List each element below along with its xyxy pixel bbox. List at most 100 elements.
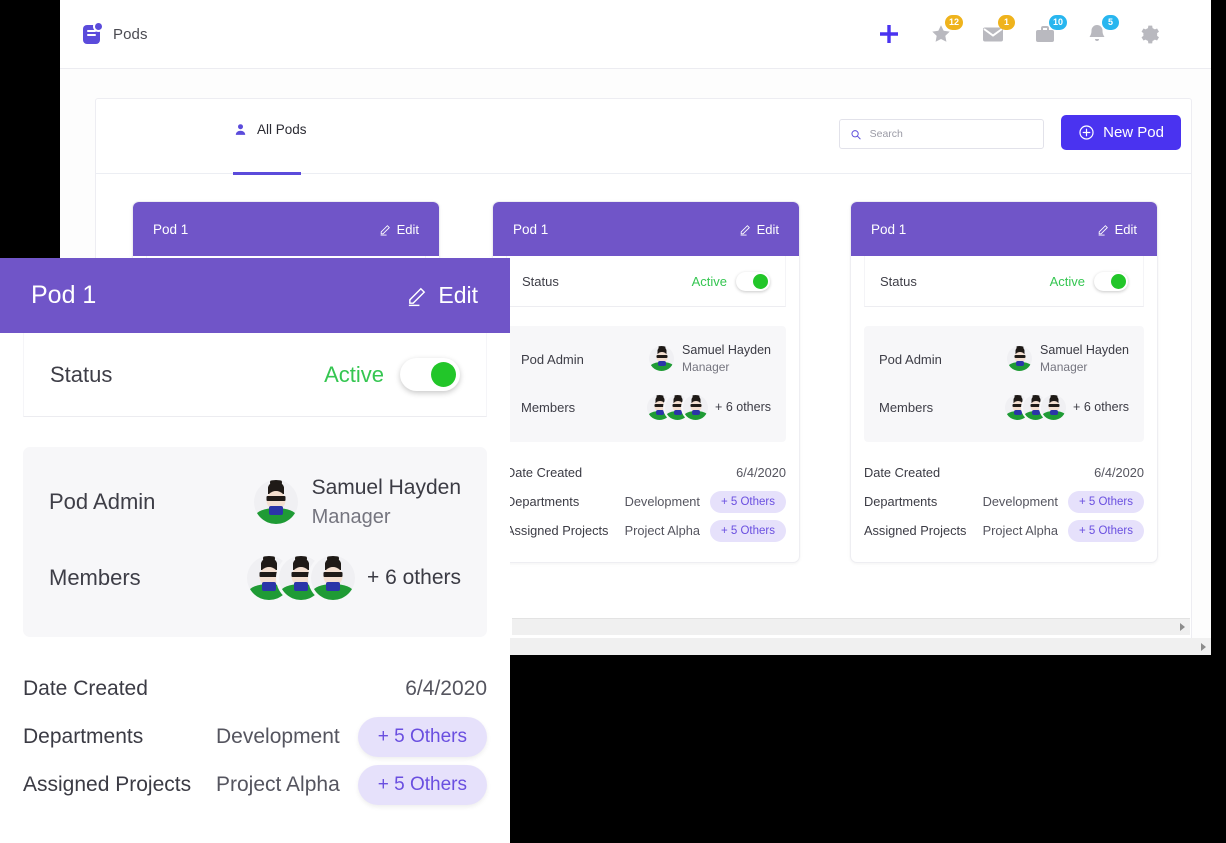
settings-button[interactable] [1135,20,1163,48]
search-box[interactable] [839,119,1044,149]
avatar [1007,346,1033,372]
meta-row: Departments Development + 5 Others [506,487,786,516]
new-pod-button[interactable]: New Pod [1061,115,1181,150]
scroll-right-arrow-icon[interactable] [1201,642,1206,651]
person-icon [235,124,246,135]
magnified-member-avatars [247,556,356,600]
status-row: Status Active [864,256,1144,307]
pod-card-title: Pod 1 [153,221,189,237]
magnified-status-value: Active [324,361,384,387]
letterbox-left [0,0,60,258]
meta-label: Departments [864,494,938,509]
pod-edit-label: Edit [396,221,419,237]
plus-icon [880,25,898,43]
magnified-pod-admin-role: Manager [311,505,391,528]
magnified-pod-admin-label: Pod Admin [49,489,156,514]
messages-button[interactable]: 1 [979,15,1015,48]
status-label: Status [880,273,917,289]
status-label: Status [522,273,559,289]
pod-card[interactable]: Pod 1 Edit Status [492,201,800,563]
members-row: Members + 6 others [879,387,1129,427]
pod-edit-button[interactable]: Edit [1097,222,1137,237]
magnified-pod-card-overlay: Pod 1 Edit Status Active Pod Admin Samue… [0,258,510,843]
magnified-edit-label: Edit [438,282,478,308]
status-control: Active [1050,271,1128,291]
avatar [649,346,675,372]
pods-logo-icon [83,22,102,44]
people-block: Pod Admin Samuel Hayden Manager [506,326,786,442]
pod-card-title: Pod 1 [871,221,907,237]
projects-button[interactable]: 10 [1031,15,1067,48]
members-value: + 6 others [647,394,771,420]
meta-pill[interactable]: + 5 Others [709,490,786,513]
meta-row: Departments Development + 5 Others [864,487,1144,516]
meta-pill[interactable]: + 5 Others [1067,519,1144,542]
status-toggle[interactable] [1094,271,1128,291]
members-row: Members + 6 others [521,387,771,427]
magnified-status-label: Status [50,361,113,387]
pod-admin-name: Samuel Hayden [1040,343,1129,358]
magnified-card-title: Pod 1 [31,281,97,309]
meta-value: Development [624,494,700,509]
magnified-members-row: Members + 6 others [49,545,461,611]
pod-admin-row: Pod Admin Samuel Hayden Manager [521,339,771,379]
inner-horizontal-scrollbar[interactable] [512,618,1190,635]
magnified-meta-pill[interactable]: + 5 Others [357,765,487,805]
meta-row: Assigned Projects Project Alpha + 5 Othe… [506,516,786,545]
meta-row: Date Created 6/4/2020 [506,458,786,487]
panel-toolbar: All Pods Search New Pod [96,99,1191,175]
magnified-status-control: Active [324,358,460,391]
magnified-status-toggle[interactable] [400,358,460,391]
meta-pill[interactable]: + 5 Others [709,519,786,542]
favorites-button[interactable]: 12 [927,15,963,48]
pod-edit-button[interactable]: Edit [379,222,419,237]
app-title: Pods [113,25,148,43]
pod-card[interactable]: Pod 1 Edit Status [850,201,1158,563]
pod-edit-button[interactable]: Edit [739,222,779,237]
meta-row: Date Created 6/4/2020 [864,458,1144,487]
add-button[interactable] [875,20,903,48]
magnified-people-block: Pod Admin Samuel Hayden Manager Members [23,447,487,637]
magnified-meta-row: Date Created 6/4/2020 [23,665,487,713]
plus-circle-icon [1079,125,1094,140]
gear-icon [1141,25,1159,43]
favorites-badge: 12 [944,15,963,30]
meta-value: 6/4/2020 [736,465,786,480]
letterbox-right [1211,0,1226,843]
app-bar: Pods 12 1 10 5 [60,0,1211,69]
pod-admin-name: Samuel Hayden [682,343,771,358]
search-input[interactable] [869,128,1033,140]
meta-value: Development [982,494,1058,509]
meta-label: Date Created [864,465,941,480]
magnified-meta-label: Assigned Projects [23,773,192,796]
magnified-members-more-label: + 6 others [367,566,461,589]
pod-card-header: Pod 1 Edit [493,202,799,256]
meta-row: Assigned Projects Project Alpha + 5 Othe… [864,516,1144,545]
member-avatars [647,394,709,420]
pod-card-header: Pod 1 Edit [851,202,1157,256]
meta-value: 6/4/2020 [1094,465,1144,480]
magnified-card-header: Pod 1 Edit [0,258,510,333]
tab-all-pods[interactable]: All Pods [233,122,307,160]
members-more-label: + 6 others [1073,400,1129,414]
members-more-label: + 6 others [715,400,771,414]
magnified-edit-button[interactable]: Edit [406,282,478,309]
status-toggle[interactable] [736,271,770,291]
magnified-pod-admin-value: Samuel Hayden Manager [253,473,461,530]
pod-card-title: Pod 1 [513,221,549,237]
messages-badge: 1 [998,15,1015,30]
letterbox-bottom [510,655,1226,843]
magnified-meta-row: Departments Development + 5 Others [23,713,487,761]
meta-pill[interactable]: + 5 Others [1067,490,1144,513]
app-bar-actions: 12 1 10 5 [875,15,1163,48]
magnified-members-label: Members [49,565,141,590]
notifications-button[interactable]: 5 [1083,15,1119,48]
magnified-pod-admin-row: Pod Admin Samuel Hayden Manager [49,469,461,535]
magnified-meta-pill[interactable]: + 5 Others [357,717,487,757]
brand: Pods [83,22,148,44]
pod-card-header: Pod 1 Edit [133,202,439,256]
magnified-meta-value: Project Alpha [216,773,340,796]
members-label: Members [521,399,576,415]
scroll-right-arrow-icon[interactable] [1180,623,1185,631]
pod-admin-role: Manager [1040,360,1088,375]
